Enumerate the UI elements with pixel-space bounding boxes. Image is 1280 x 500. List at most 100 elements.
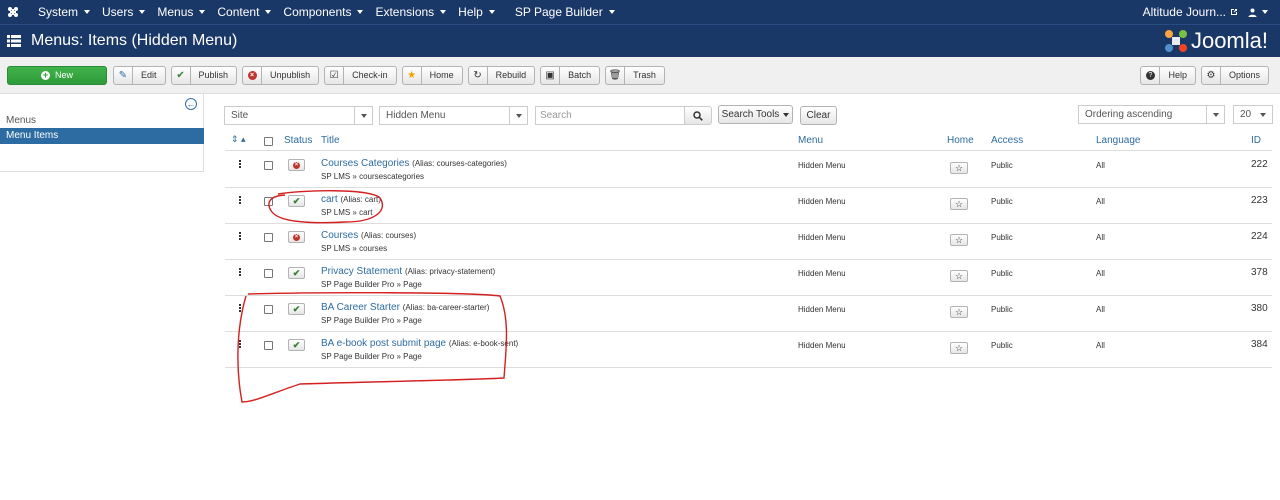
- ordering-select-value: Ordering ascending: [1085, 109, 1173, 120]
- checkin-button[interactable]: ☑ Check-in: [324, 65, 397, 85]
- caret-down-icon: [608, 10, 615, 14]
- item-language: All: [1096, 233, 1105, 242]
- home-star-button[interactable]: ☆: [950, 306, 968, 318]
- home-star-button[interactable]: ☆: [950, 198, 968, 210]
- item-alias: (Alias: courses): [361, 231, 417, 240]
- ordering-select[interactable]: Ordering ascending: [1078, 105, 1225, 124]
- search-input[interactable]: Search: [535, 106, 685, 125]
- header-id[interactable]: ID: [1251, 135, 1261, 146]
- new-button[interactable]: + New: [7, 65, 107, 85]
- caret-down-icon: [488, 10, 495, 14]
- site-link[interactable]: Altitude Journ...: [1143, 5, 1238, 19]
- menu-help[interactable]: Help: [452, 0, 501, 24]
- status-toggle-button[interactable]: ✔: [288, 195, 305, 207]
- item-menu: Hidden Menu: [798, 305, 846, 314]
- item-title-link[interactable]: Courses Categories: [321, 158, 409, 169]
- drag-handle-icon[interactable]: [239, 232, 242, 240]
- row-checkbox[interactable]: [264, 305, 273, 314]
- item-menu: Hidden Menu: [798, 233, 846, 242]
- menu-users[interactable]: Users: [96, 0, 151, 24]
- collapse-sidebar-icon[interactable]: ←: [185, 98, 197, 110]
- item-title-link[interactable]: BA e-book post submit page: [321, 338, 446, 349]
- status-toggle-button[interactable]: ×: [288, 159, 305, 171]
- menu-components[interactable]: Components: [277, 0, 369, 24]
- home-star-button[interactable]: ☆: [950, 234, 968, 246]
- publish-button[interactable]: ✔ Publish: [170, 65, 238, 85]
- status-toggle-button[interactable]: ✔: [288, 339, 305, 351]
- clear-button[interactable]: Clear: [800, 106, 837, 125]
- drag-handle-icon[interactable]: [239, 196, 242, 204]
- row-checkbox[interactable]: [264, 161, 273, 170]
- batch-button[interactable]: ▣ Batch: [540, 65, 601, 85]
- check-icon: ✔: [292, 267, 301, 278]
- drag-handle-icon[interactable]: [239, 340, 242, 348]
- home-star-button[interactable]: ☆: [950, 162, 968, 174]
- row-checkbox[interactable]: [264, 197, 273, 206]
- options-button[interactable]: ⚙ Options: [1200, 65, 1269, 85]
- unpublish-icon: ×: [243, 66, 263, 84]
- unpublished-icon: ×: [293, 233, 300, 241]
- menu-extensions[interactable]: Extensions: [369, 0, 452, 24]
- checkin-label: Check-in: [352, 70, 388, 80]
- status-toggle-button[interactable]: ×: [288, 231, 305, 243]
- drag-handle-icon[interactable]: [239, 304, 242, 312]
- home-button[interactable]: ★ Home: [401, 65, 463, 85]
- item-title-link[interactable]: BA Career Starter: [321, 302, 400, 313]
- row-checkbox[interactable]: [264, 269, 273, 278]
- gear-icon: ⚙: [1202, 66, 1221, 84]
- unpublished-icon: ×: [293, 161, 300, 169]
- limit-select[interactable]: 20: [1233, 105, 1273, 124]
- item-title: BA e-book post submit page (Alias: e-boo…: [321, 338, 518, 349]
- menu-sp-page-builder[interactable]: SP Page Builder: [509, 0, 621, 24]
- trash-icon: 🗑: [606, 66, 626, 84]
- table-row: ✔ BA Career Starter (Alias: ba-career-sta…: [225, 296, 1272, 332]
- star-outline-icon: ☆: [954, 235, 964, 245]
- menu-menus[interactable]: Menus: [151, 0, 211, 24]
- user-menu[interactable]: [1248, 8, 1268, 17]
- unpublish-button[interactable]: × Unpublish: [242, 65, 320, 85]
- header-menu[interactable]: Menu: [798, 135, 823, 146]
- client-select[interactable]: Site: [224, 106, 373, 125]
- joomla-logo-icon[interactable]: [2, 0, 24, 24]
- site-name: Altitude Journ...: [1142, 5, 1226, 19]
- sidebar-item-menu-items[interactable]: Menu Items: [0, 128, 204, 144]
- item-title-link[interactable]: Privacy Statement: [321, 266, 402, 277]
- search-tools-label: Search Tools: [721, 109, 780, 120]
- drag-handle-icon[interactable]: [239, 268, 242, 276]
- header-home[interactable]: Home: [947, 135, 974, 146]
- help-button[interactable]: ? Help: [1140, 65, 1196, 85]
- rebuild-button[interactable]: ↻ Rebuild: [467, 65, 536, 85]
- trash-button[interactable]: 🗑 Trash: [605, 65, 665, 85]
- sidebar-label-menus[interactable]: Menus: [6, 115, 36, 126]
- item-alias: (Alias: ba-career-starter): [402, 303, 490, 312]
- top-navbar: System Users Menus Content Components Ex…: [0, 0, 1280, 24]
- status-toggle-button[interactable]: ✔: [288, 303, 305, 315]
- menu-system[interactable]: System: [32, 0, 96, 24]
- chevron-down-icon: [354, 107, 372, 124]
- select-all-checkbox[interactable]: [264, 137, 273, 146]
- status-toggle-button[interactable]: ✔: [288, 267, 305, 279]
- top-menu: System Users Menus Content Components Ex…: [32, 0, 621, 24]
- item-title-link[interactable]: cart: [321, 194, 338, 205]
- search-button[interactable]: [684, 106, 712, 125]
- header-status[interactable]: Status: [284, 135, 312, 146]
- drag-handle-icon[interactable]: [239, 160, 242, 168]
- item-title-link[interactable]: Courses: [321, 230, 358, 241]
- header-language[interactable]: Language: [1096, 135, 1141, 146]
- menu-content[interactable]: Content: [211, 0, 277, 24]
- star-icon: ★: [403, 66, 422, 84]
- home-star-button[interactable]: ☆: [950, 342, 968, 354]
- row-checkbox[interactable]: [264, 233, 273, 242]
- item-type: SP Page Builder Pro » Page: [321, 352, 422, 361]
- search-tools-button[interactable]: Search Tools: [718, 105, 793, 124]
- header-title[interactable]: Title: [321, 135, 340, 146]
- edit-button[interactable]: ✎ Edit: [113, 65, 166, 85]
- home-star-button[interactable]: ☆: [950, 270, 968, 282]
- header-access[interactable]: Access: [991, 135, 1023, 146]
- menu-label: SP Page Builder: [514, 5, 603, 19]
- sort-ordering-icon[interactable]: ⇕ ▴: [231, 134, 246, 145]
- item-type: SP Page Builder Pro » Page: [321, 280, 422, 289]
- item-alias: (Alias: courses-categories): [412, 159, 507, 168]
- menu-select[interactable]: Hidden Menu: [379, 106, 528, 125]
- row-checkbox[interactable]: [264, 341, 273, 350]
